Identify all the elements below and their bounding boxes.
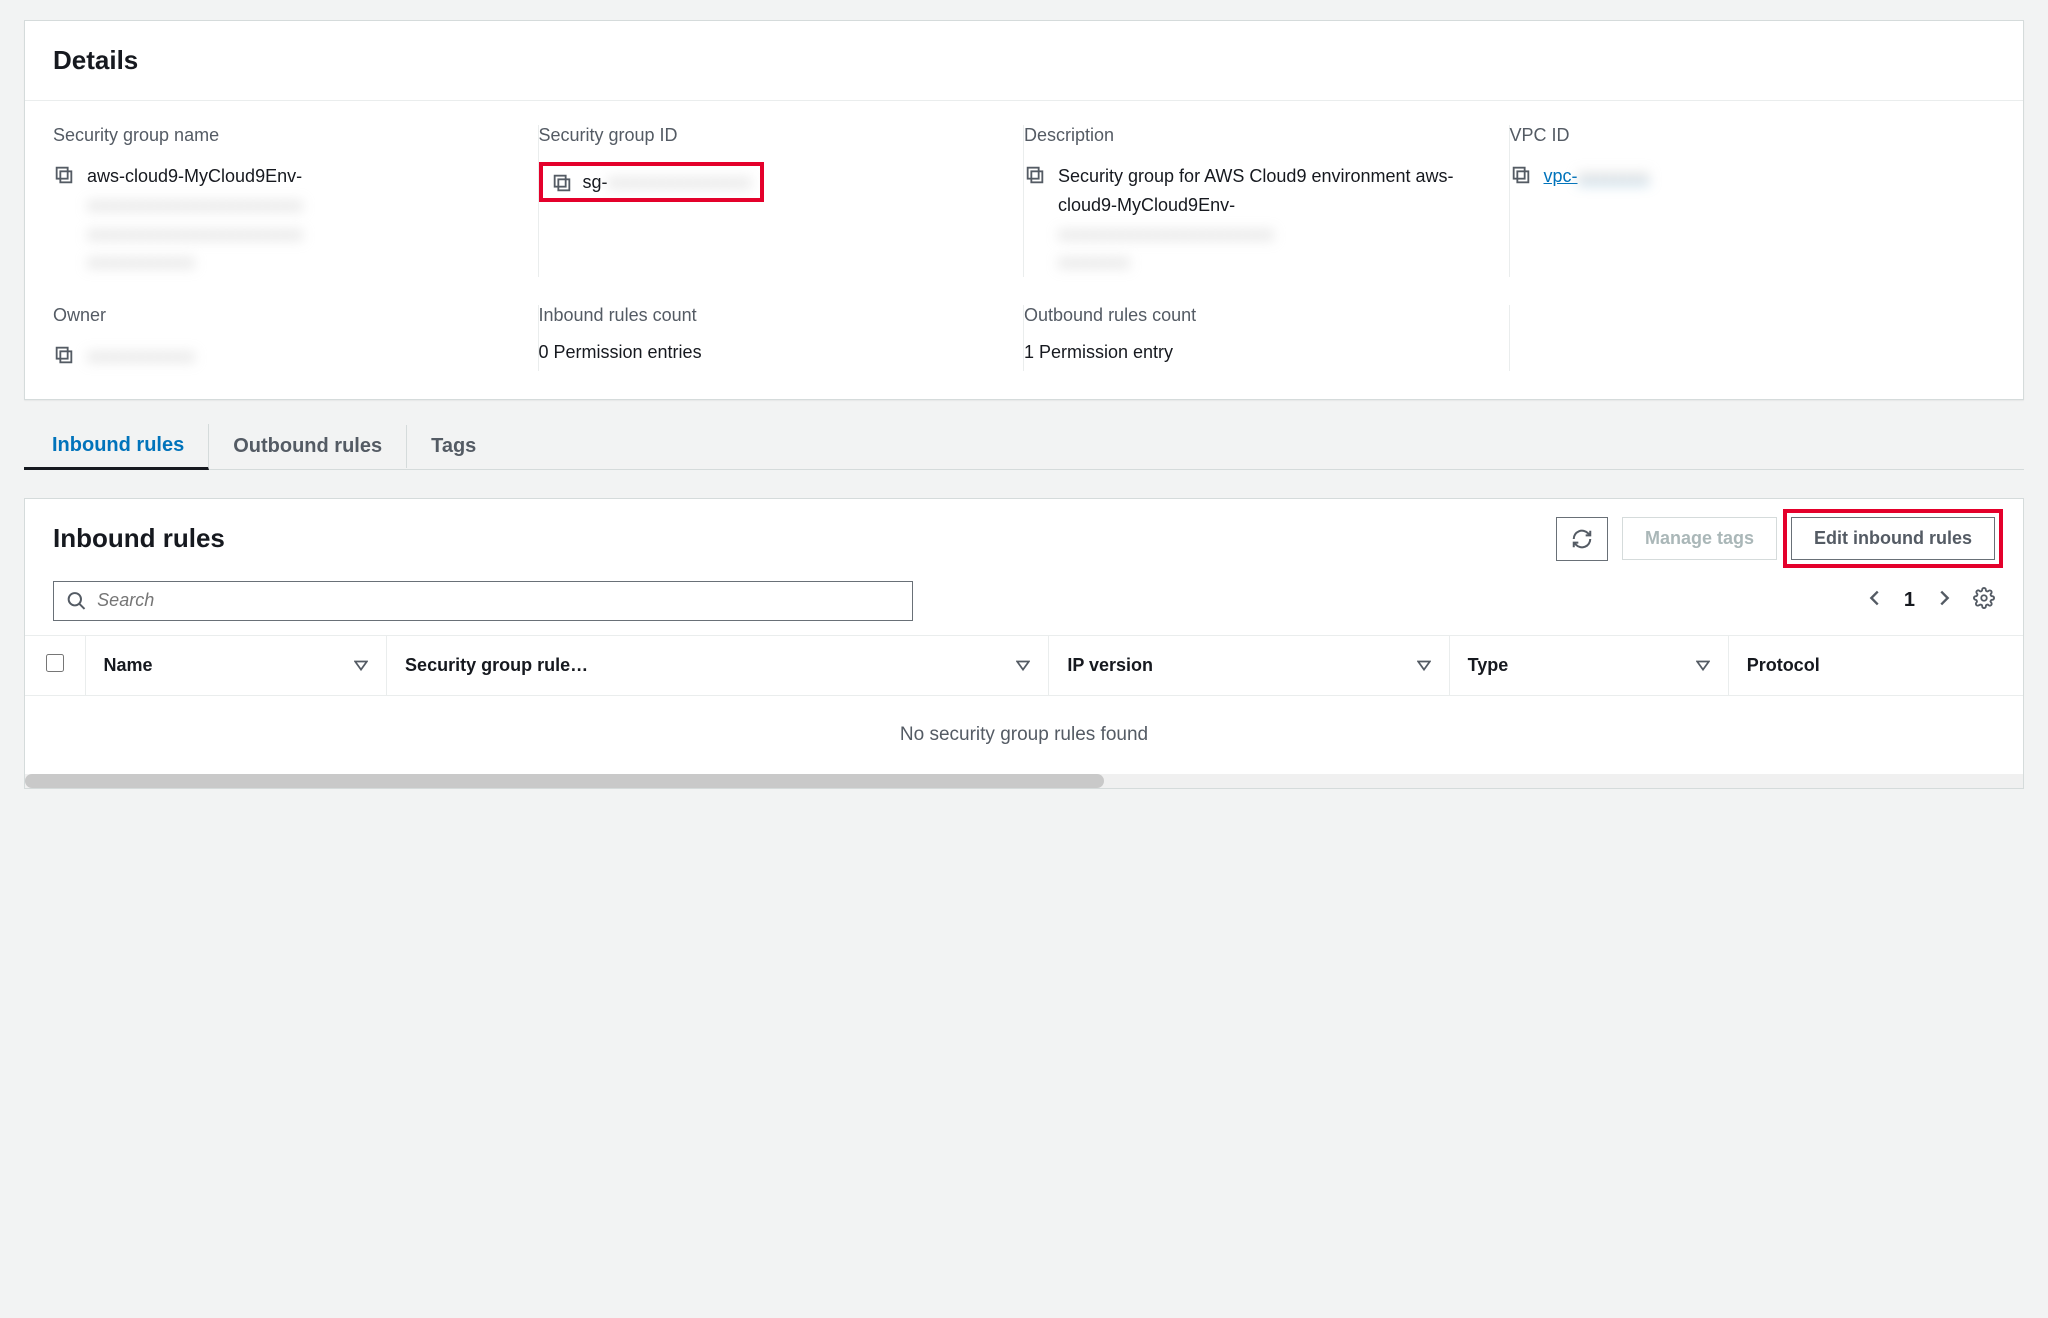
copy-icon[interactable] [1510, 164, 1532, 186]
details-grid: Security group name aws-cloud9-MyCloud9E… [25, 101, 2023, 399]
rules-header: Inbound rules Manage tags Edit inbound r… [25, 499, 2023, 573]
copy-icon[interactable] [53, 344, 75, 366]
field-security-group-name: Security group name aws-cloud9-MyCloud9E… [53, 125, 539, 277]
field-label: Description [1024, 125, 1485, 146]
col-name[interactable]: Name [85, 636, 387, 696]
field-label: Owner [53, 305, 514, 326]
tab-tags[interactable]: Tags [407, 425, 500, 468]
empty-message: No security group rules found [25, 695, 2023, 774]
col-protocol[interactable]: Protocol [1728, 636, 2023, 696]
field-label: Security group name [53, 125, 514, 146]
search-box[interactable] [53, 581, 913, 621]
select-all-cell [25, 636, 85, 696]
field-value-text: 1 Permission entry [1024, 342, 1485, 363]
field-value-text: 0 Permission entries [539, 342, 1000, 363]
empty-row: No security group rules found [25, 695, 2023, 774]
col-ip-version[interactable]: IP version [1049, 636, 1449, 696]
field-label: Security group ID [539, 125, 1000, 146]
sort-icon [1417, 658, 1431, 672]
search-row: 1 [25, 573, 2023, 635]
field-description: Description Security group for AWS Cloud… [1024, 125, 1510, 277]
scrollbar-thumb[interactable] [25, 774, 1104, 788]
rules-title: Inbound rules [53, 523, 1542, 554]
field-value-text: Security group for AWS Cloud9 environmen… [1058, 162, 1485, 277]
refresh-icon [1571, 528, 1593, 550]
page-prev[interactable] [1864, 587, 1886, 615]
col-type[interactable]: Type [1449, 636, 1728, 696]
field-value-text: xxxxxxxxxxxx [87, 342, 195, 371]
tab-inbound-rules[interactable]: Inbound rules [24, 424, 209, 470]
tabs-nav: Inbound rules Outbound rules Tags [24, 424, 2024, 470]
details-header: Details [25, 21, 2023, 101]
highlight-box-sg-id: sg-xxxxxxxxxxxxxxxx [539, 162, 764, 202]
details-panel: Details Security group name aws-cloud9-M… [24, 20, 2024, 400]
field-label: Outbound rules count [1024, 305, 1485, 326]
sort-icon [1696, 658, 1710, 672]
field-owner: Owner xxxxxxxxxxxx [53, 305, 539, 371]
vpc-link[interactable]: vpc-xxxxxxxx [1544, 162, 1650, 191]
rules-table-wrap: Name Security group rule… IP version Typ… [25, 635, 2023, 774]
chevron-right-icon [1933, 587, 1955, 609]
field-vpc-id: VPC ID vpc-xxxxxxxx [1510, 125, 1996, 277]
gear-icon [1973, 587, 1995, 609]
copy-icon[interactable] [53, 164, 75, 186]
search-icon [66, 590, 87, 612]
pagination: 1 [1864, 587, 1995, 615]
field-value-text: sg-xxxxxxxxxxxxxxxx [583, 172, 752, 193]
horizontal-scrollbar[interactable] [25, 774, 2023, 788]
tab-outbound-rules[interactable]: Outbound rules [209, 425, 407, 468]
field-outbound-count: Outbound rules count 1 Permission entry [1024, 305, 1510, 371]
search-input[interactable] [97, 590, 900, 611]
sort-icon [354, 658, 368, 672]
chevron-left-icon [1864, 587, 1886, 609]
refresh-button[interactable] [1556, 517, 1608, 561]
table-header-row: Name Security group rule… IP version Typ… [25, 636, 2023, 696]
copy-icon[interactable] [1024, 164, 1046, 186]
manage-tags-button[interactable]: Manage tags [1622, 517, 1777, 560]
copy-icon[interactable] [551, 172, 573, 194]
field-value-text: aws-cloud9-MyCloud9Env- xxxxxxxxxxxxxxxx… [87, 162, 303, 277]
field-label: Inbound rules count [539, 305, 1000, 326]
field-label: VPC ID [1510, 125, 1972, 146]
table-settings-button[interactable] [1973, 587, 1995, 615]
page-next[interactable] [1933, 587, 1955, 615]
rules-table: Name Security group rule… IP version Typ… [25, 636, 2023, 774]
edit-inbound-rules-button[interactable]: Edit inbound rules [1791, 517, 1995, 560]
field-empty [1510, 305, 1996, 371]
sort-icon [1016, 658, 1030, 672]
select-all-checkbox[interactable] [46, 654, 64, 672]
inbound-rules-panel: Inbound rules Manage tags Edit inbound r… [24, 498, 2024, 789]
field-inbound-count: Inbound rules count 0 Permission entries [539, 305, 1025, 371]
details-title: Details [53, 45, 1995, 76]
col-sg-rule[interactable]: Security group rule… [387, 636, 1049, 696]
page-number: 1 [1904, 589, 1915, 612]
field-security-group-id: Security group ID sg-xxxxxxxxxxxxxxxx [539, 125, 1025, 277]
